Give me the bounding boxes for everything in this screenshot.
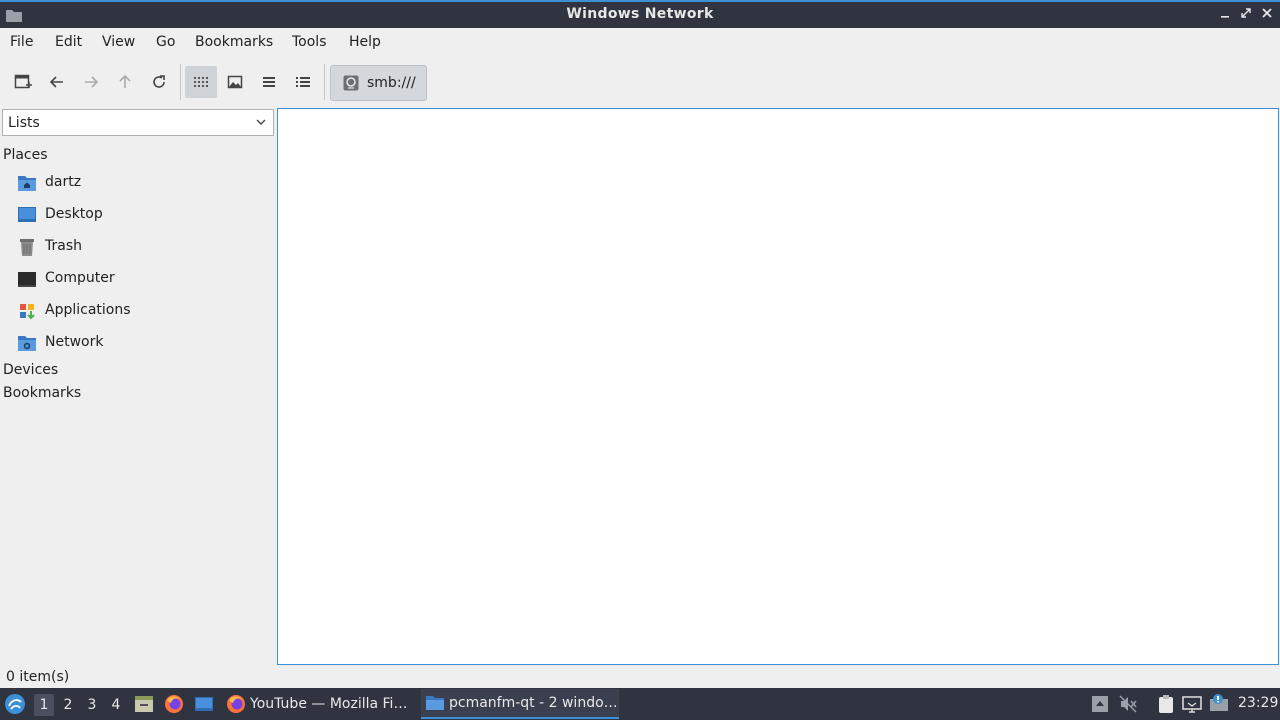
volume-muted-icon[interactable] — [1118, 694, 1138, 714]
menu-tools[interactable]: Tools — [292, 34, 327, 50]
reload-button[interactable] — [143, 66, 175, 98]
task-firefox[interactable]: YouTube — Mozilla Fi… — [222, 689, 418, 719]
side-panel: Lists Places dartz Desktop Trash Compute… — [0, 108, 275, 664]
chevron-down-icon — [256, 119, 266, 125]
desktop-icon — [18, 207, 36, 222]
new-tab-button[interactable] — [7, 66, 39, 98]
reload-icon — [153, 75, 165, 88]
minimize-icon — [1221, 16, 1229, 18]
minimize-button[interactable] — [1216, 6, 1234, 24]
sidebar-item-desktop[interactable]: Desktop — [0, 200, 275, 230]
menu-bookmarks[interactable]: Bookmarks — [195, 34, 273, 50]
icon-view-icon — [194, 77, 208, 87]
item-count: 0 item(s) — [6, 669, 70, 685]
desktop-switch-1[interactable]: 1 — [34, 694, 54, 716]
back-button[interactable] — [41, 66, 73, 98]
computer-icon — [18, 272, 36, 287]
menu-view[interactable]: View — [102, 34, 135, 50]
applications-icon — [20, 304, 35, 320]
sidebar-item-label: Network — [45, 334, 104, 350]
firefox-icon — [165, 695, 183, 713]
network-folder-icon — [18, 336, 36, 351]
clock[interactable]: 23:29 — [1238, 695, 1278, 711]
menu-go[interactable]: Go — [156, 34, 175, 50]
clipboard-icon[interactable] — [1156, 694, 1176, 714]
desktop-switch-2[interactable]: 2 — [58, 694, 78, 716]
path-label: smb:/// — [367, 75, 416, 91]
lxqt-logo-icon — [5, 694, 25, 714]
menu-bar: File Edit View Go Bookmarks Tools Help — [0, 28, 1280, 58]
task-label: YouTube — Mozilla Fi… — [250, 696, 408, 712]
toolbar: smb:/// — [0, 58, 1280, 106]
compact-view-button[interactable] — [253, 66, 285, 98]
sidebar-item-label: dartz — [45, 174, 82, 190]
up-button[interactable] — [109, 66, 141, 98]
side-panel-mode-select[interactable]: Lists — [2, 109, 274, 136]
maximize-icon — [1241, 8, 1251, 18]
bookmarks-section-header[interactable]: Bookmarks — [3, 385, 81, 401]
desktop-switch-4[interactable]: 4 — [106, 694, 126, 716]
sidebar-item-label: Computer — [45, 270, 115, 286]
folder-icon — [426, 696, 444, 710]
toolbar-separator — [180, 64, 181, 100]
icon-view-button[interactable] — [185, 66, 217, 98]
detailed-list-view-icon — [296, 77, 310, 87]
update-notifier-icon[interactable] — [1209, 694, 1229, 714]
firefox-icon — [227, 695, 245, 713]
sidebar-item-network[interactable]: Network — [0, 328, 275, 358]
detailed-list-view-button[interactable] — [287, 66, 319, 98]
places-section-header[interactable]: Places — [3, 147, 48, 163]
window-title: Windows Network — [566, 6, 714, 22]
screen-icon[interactable] — [1182, 694, 1202, 714]
folder-view[interactable] — [277, 108, 1279, 665]
task-pcmanfm[interactable]: pcmanfm-qt - 2 windo… — [421, 689, 619, 719]
compact-view-icon — [263, 77, 275, 87]
sidebar-item-dartz[interactable]: dartz — [0, 168, 275, 198]
network-drive-icon — [343, 75, 359, 91]
menu-file[interactable]: File — [10, 34, 33, 50]
devices-section-header[interactable]: Devices — [3, 362, 58, 378]
start-menu-button[interactable] — [4, 688, 26, 720]
quicklaunch-show-desktop[interactable] — [194, 688, 214, 720]
title-bar[interactable]: Windows Network — [0, 0, 1280, 28]
thumbnail-view-button[interactable] — [219, 66, 251, 98]
maximize-button[interactable] — [1237, 6, 1255, 24]
sidebar-item-trash[interactable]: Trash — [0, 232, 275, 262]
up-arrow-icon — [119, 74, 131, 88]
trash-icon — [20, 239, 34, 256]
home-folder-icon — [18, 176, 36, 191]
quicklaunch-file-manager[interactable] — [134, 688, 154, 720]
task-label: pcmanfm-qt - 2 windo… — [449, 695, 618, 711]
status-bar: 0 item(s) — [0, 666, 1280, 688]
sidebar-item-applications[interactable]: Applications — [0, 296, 275, 326]
taskbar: 1 2 3 4 YouTube — Mozilla Fi… pcmanfm-qt… — [0, 688, 1280, 720]
sidebar-item-label: Applications — [45, 302, 131, 318]
close-button[interactable] — [1258, 6, 1276, 24]
menu-edit[interactable]: Edit — [55, 34, 82, 50]
sidebar-item-computer[interactable]: Computer — [0, 264, 275, 294]
close-icon — [1262, 8, 1272, 18]
thumbnail-view-icon — [227, 75, 243, 89]
toolbar-separator — [324, 64, 325, 100]
file-manager-icon — [135, 696, 153, 712]
desktop-switch-3[interactable]: 3 — [82, 694, 102, 716]
path-button[interactable]: smb:/// — [330, 65, 427, 101]
tray-arrow-icon[interactable] — [1090, 694, 1110, 714]
new-tab-icon — [14, 74, 32, 89]
sidebar-item-label: Trash — [45, 238, 82, 254]
desktop-icon — [195, 697, 213, 711]
side-panel-mode-value: Lists — [8, 114, 40, 131]
forward-button[interactable] — [75, 66, 107, 98]
forward-arrow-icon — [85, 76, 99, 88]
menu-help[interactable]: Help — [349, 34, 381, 50]
sidebar-item-label: Desktop — [45, 206, 103, 222]
quicklaunch-firefox[interactable] — [164, 688, 184, 720]
back-arrow-icon — [49, 76, 63, 88]
